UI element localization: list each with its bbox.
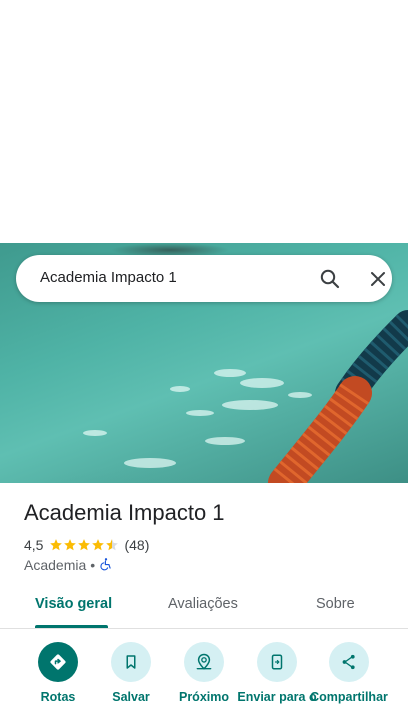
star-rating [49,538,119,552]
search-input[interactable]: Academia Impacto 1 [40,269,177,286]
star-icon [106,539,119,551]
nearby-button[interactable]: Próximo [164,640,244,704]
share-button[interactable]: Compartilhar [309,640,389,704]
directions-label: Rotas [40,690,76,704]
directions-icon [38,642,78,682]
category-row: Academia • [24,556,113,574]
wheelchair-icon [99,557,113,574]
tab-about[interactable]: Sobre [316,596,355,612]
tab-bar: Visão geral Avaliações Sobre [0,584,408,629]
directions-button[interactable]: Rotas [18,640,98,704]
nearby-icon [184,642,224,682]
place-title: Academia Impacto 1 [24,500,225,525]
active-tab-indicator [35,625,108,628]
map-area [0,0,408,243]
star-icon [78,539,91,551]
save-button[interactable]: Salvar [91,640,171,704]
share-label: Compartilhar [310,690,388,704]
place-category: Academia [24,557,87,573]
bookmark-icon [111,642,151,682]
separator: • [90,557,96,573]
send-to-phone-button[interactable]: Enviar para o [237,640,317,704]
tab-overview[interactable]: Visão geral [35,596,112,612]
send-to-phone-icon [257,642,297,682]
star-icon [64,539,77,551]
action-row: Rotas Salvar Próximo Enviar para o Compa… [0,640,408,726]
rating-row[interactable]: 4,5 (48) [24,536,149,554]
search-icon[interactable] [318,267,342,291]
send-to-phone-label: Enviar para o [237,690,317,704]
tab-reviews[interactable]: Avaliações [168,596,238,612]
star-icon [50,539,63,551]
rating-value: 4,5 [24,537,44,553]
search-bar[interactable]: Academia Impacto 1 [16,255,392,302]
close-icon[interactable] [366,267,390,291]
nearby-label: Próximo [178,690,229,704]
star-icon [92,539,105,551]
share-icon [329,642,369,682]
review-count[interactable]: (48) [124,537,149,553]
save-label: Salvar [112,690,150,704]
